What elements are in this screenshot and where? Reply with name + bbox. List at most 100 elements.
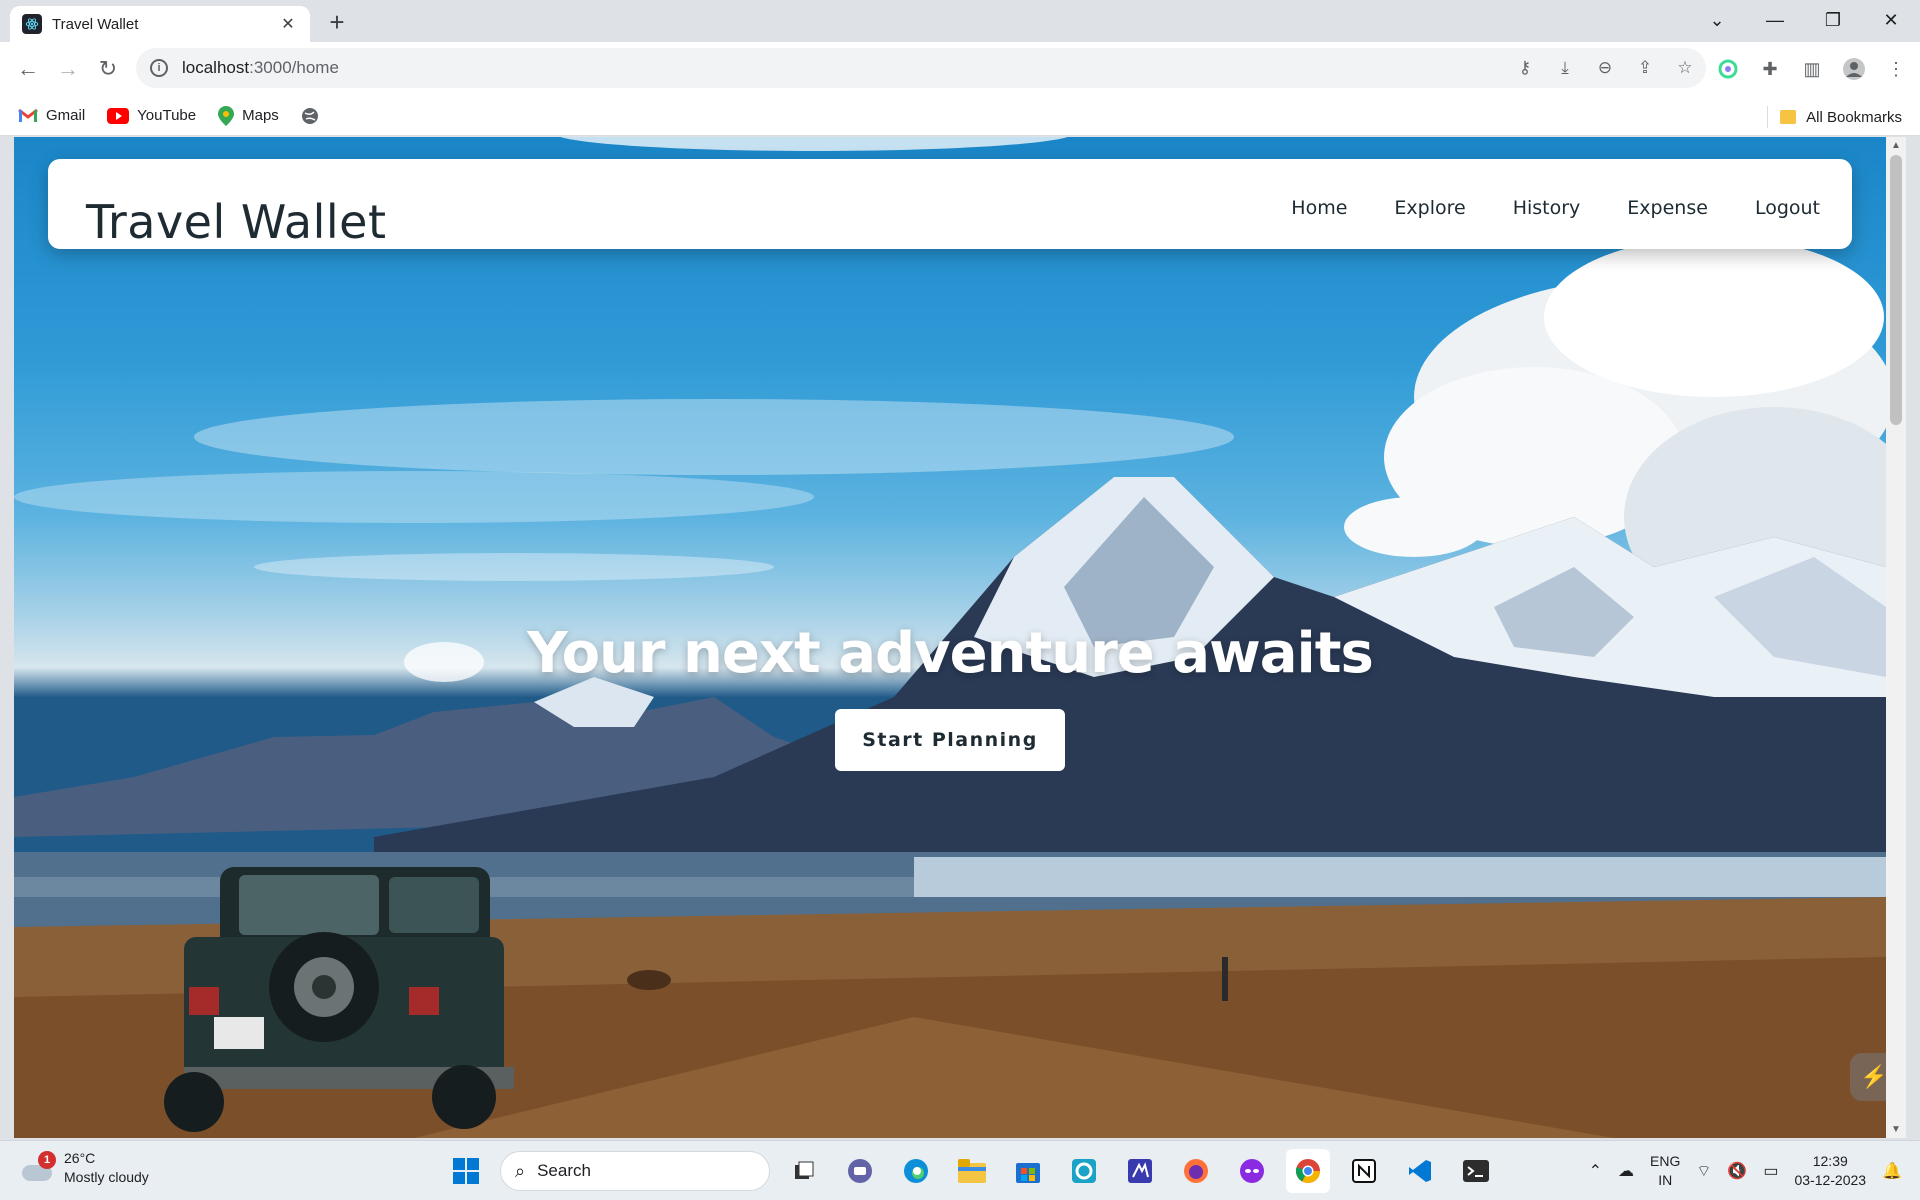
page-viewport: Travel Wallet Home Explore History Expen…	[14, 137, 1886, 1138]
nav-links: Home Explore History Expense Logout	[1291, 197, 1820, 219]
extension-icons: ✚ ▥ ⋮	[1716, 53, 1908, 85]
scroll-down-arrow-icon[interactable]: ▼	[1891, 1124, 1901, 1135]
nav-logout[interactable]: Logout	[1755, 197, 1820, 219]
edge-browser-icon[interactable]	[894, 1149, 938, 1193]
tab-search-chevron-icon[interactable]: ⌄	[1688, 0, 1746, 40]
react-favicon-icon	[22, 14, 42, 34]
wifi-icon[interactable]: ⌔	[1696, 1161, 1711, 1181]
floating-action-icon[interactable]: ⚡	[1850, 1053, 1886, 1101]
browser-menu-icon[interactable]: ⋮	[1884, 57, 1908, 81]
bookmark-label: Gmail	[46, 107, 86, 124]
firefox-icon[interactable]	[1174, 1149, 1218, 1193]
vscode-icon[interactable]	[1398, 1149, 1442, 1193]
globe-icon	[301, 107, 319, 125]
back-arrow-icon[interactable]: ←	[12, 53, 44, 85]
cortana-ring-icon[interactable]	[1062, 1149, 1106, 1193]
chrome-icon[interactable]	[1286, 1149, 1330, 1193]
scroll-up-arrow-icon[interactable]: ▲	[1891, 140, 1901, 151]
url-path: :3000/home	[249, 58, 339, 77]
start-planning-button[interactable]: Start Planning	[835, 709, 1065, 771]
scroll-thumb[interactable]	[1890, 155, 1902, 425]
clock-time: 12:39	[1812, 1153, 1848, 1169]
close-window-button[interactable]: ✕	[1862, 0, 1920, 40]
address-bar[interactable]: i localhost:3000/home ⚷ ⤓ ⊖ ⇪ ☆	[136, 48, 1706, 88]
install-app-icon[interactable]: ⤓	[1554, 57, 1576, 79]
bookmark-label: Maps	[242, 107, 279, 124]
reload-icon[interactable]: ↻	[92, 53, 124, 85]
window-controls: ⌄ — ❐ ✕	[1688, 0, 1920, 40]
language-code: ENG	[1650, 1153, 1681, 1169]
search-label: Search	[537, 1161, 591, 1180]
browser-tab[interactable]: Travel Wallet ✕	[10, 6, 310, 42]
folder-icon	[1780, 110, 1797, 124]
bookmarks-divider	[1767, 106, 1769, 128]
region-code: IN	[1658, 1172, 1673, 1188]
language-indicator[interactable]: ENG IN	[1650, 1152, 1680, 1190]
omnibox-actions: ⚷ ⤓ ⊖ ⇪ ☆	[1514, 48, 1696, 88]
youtube-icon	[107, 107, 130, 124]
onedrive-cloud-icon[interactable]: ☁	[1618, 1161, 1634, 1181]
bookmark-label: YouTube	[137, 107, 197, 124]
mask-app-icon[interactable]	[1230, 1149, 1274, 1193]
taskbar-search-input[interactable]: ⌕ Search	[500, 1151, 770, 1191]
clock[interactable]: 12:39 03-12-2023	[1794, 1152, 1866, 1190]
task-view-icon[interactable]	[782, 1149, 826, 1193]
bookmark-globe[interactable]	[301, 107, 327, 125]
system-tray: ⌃ ☁ ENG IN ⌔ 🔇 ▭ 12:39 03-12-2023 🔔	[1589, 1149, 1902, 1193]
forward-arrow-icon[interactable]: →	[52, 53, 84, 85]
cloud-weather-icon: 1	[20, 1151, 56, 1183]
file-explorer-icon[interactable]	[950, 1149, 994, 1193]
nav-history[interactable]: History	[1513, 197, 1581, 219]
tray-overflow-chevron-icon[interactable]: ⌃	[1589, 1161, 1602, 1181]
brand-logo-text[interactable]: Travel Wallet	[86, 195, 387, 249]
page-scrollbar[interactable]: ▲ ▼	[1886, 137, 1906, 1138]
password-key-icon[interactable]: ⚷	[1514, 57, 1536, 79]
maximize-button[interactable]: ❐	[1804, 0, 1862, 40]
minimize-button[interactable]: —	[1746, 0, 1804, 40]
nav-home[interactable]: Home	[1291, 197, 1347, 219]
bookmarks-bar: Gmail YouTube Maps All Bookmarks	[0, 96, 1920, 136]
os-taskbar: 1 26°C Mostly cloudy ⌕ Search ⌃ ☁ ENG IN…	[0, 1140, 1920, 1200]
weather-widget[interactable]: 1 26°C Mostly cloudy	[20, 1149, 149, 1187]
tab-strip: Travel Wallet ✕ + ⌄ — ❐ ✕	[0, 0, 1920, 42]
side-panel-icon[interactable]: ▥	[1800, 57, 1824, 81]
terminal-icon[interactable]	[1454, 1149, 1498, 1193]
tab-close-icon[interactable]: ✕	[278, 14, 298, 34]
notion-icon[interactable]	[1342, 1149, 1386, 1193]
profile-avatar-icon[interactable]	[1842, 57, 1866, 81]
app-navbar: Travel Wallet Home Explore History Expen…	[48, 159, 1852, 249]
bookmark-star-icon[interactable]: ☆	[1674, 57, 1696, 79]
windows-start-icon[interactable]	[444, 1149, 488, 1193]
zoom-icon[interactable]: ⊖	[1594, 57, 1616, 79]
browser-toolbar: ← → ↻ i localhost:3000/home ⚷ ⤓ ⊖ ⇪ ☆ ✚ …	[0, 42, 1920, 96]
search-icon: ⌕	[515, 1160, 526, 1181]
puzzle-extensions-icon[interactable]: ✚	[1758, 57, 1782, 81]
weather-badge: 1	[38, 1151, 56, 1169]
taskbar-apps: ⌕ Search	[444, 1149, 1498, 1193]
hero-title: Your next adventure awaits	[527, 621, 1374, 686]
microsoft-store-icon[interactable]	[1006, 1149, 1050, 1193]
all-bookmarks[interactable]: All Bookmarks	[1767, 106, 1902, 128]
url-host: localhost	[182, 58, 250, 77]
weather-condition: Mostly cloudy	[64, 1169, 149, 1185]
visual-studio-app-icon[interactable]	[1118, 1149, 1162, 1193]
bookmark-gmail[interactable]: Gmail	[18, 107, 85, 124]
share-icon[interactable]: ⇪	[1634, 57, 1656, 79]
url-text[interactable]: localhost:3000/home	[182, 58, 339, 78]
gmail-icon	[18, 108, 38, 123]
bookmark-maps[interactable]: Maps	[218, 105, 279, 126]
notification-bell-icon[interactable]: 🔔	[1882, 1161, 1902, 1181]
teams-chat-icon[interactable]	[838, 1149, 882, 1193]
site-info-icon[interactable]: i	[150, 59, 168, 77]
clock-date: 03-12-2023	[1794, 1172, 1867, 1188]
nav-expense[interactable]: Expense	[1627, 197, 1708, 219]
battery-icon[interactable]: ▭	[1763, 1161, 1778, 1181]
all-bookmarks-label: All Bookmarks	[1806, 108, 1902, 126]
nav-explore[interactable]: Explore	[1394, 197, 1465, 219]
extension-grammar-icon[interactable]	[1716, 57, 1740, 81]
weather-temperature: 26°C	[64, 1150, 96, 1166]
new-tab-button[interactable]: +	[322, 8, 352, 38]
volume-muted-icon[interactable]: 🔇	[1727, 1161, 1747, 1181]
bookmark-youtube[interactable]: YouTube	[107, 107, 196, 124]
maps-pin-icon	[218, 105, 235, 126]
